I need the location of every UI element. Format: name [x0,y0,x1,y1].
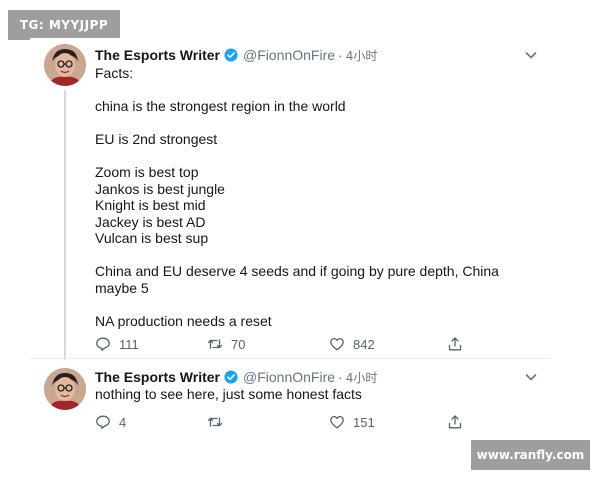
thread-line [64,90,66,360]
tweet-line: Jackey is best AD [95,213,206,230]
reply-button[interactable]: 111 [95,336,139,352]
reply-icon [96,415,110,429]
share-icon [448,415,462,429]
tweet-header: The Esports Writer @FionnOnFire · 4小时 [95,368,377,386]
heart-icon [330,415,344,429]
author-name[interactable]: The Esports Writer [95,369,220,385]
heart-icon [330,337,344,351]
tweet-line: china is the strongest region in the wor… [95,98,346,114]
share-icon [448,337,462,351]
watermark-top-left: TG: MYYJJPP [8,10,120,40]
tweet-actions: 111 70 842 [95,336,515,354]
separator: · [338,369,343,385]
tweet-line: Zoom is best top [95,164,199,180]
tweet-line: Vulcan is best sup [95,230,209,246]
timestamp[interactable]: 4小时 [346,369,378,386]
chevron-down-icon[interactable] [524,370,538,384]
reply-count: 4 [119,414,127,430]
separator: · [338,47,343,63]
reply-count: 111 [119,336,139,352]
retweet-count: 70 [231,336,246,352]
tweet-actions: 4 151 [95,414,515,432]
tweet-divider [30,358,550,359]
tweet-text: nothing to see here, just some honest fa… [95,386,525,403]
tweet-line: Knight is best mid [95,197,206,213]
tweet[interactable]: The Esports Writer @FionnOnFire · 4小时 Fa… [30,38,550,360]
share-button[interactable] [447,414,463,430]
tweet-line: Facts: [95,65,134,81]
tweet-line: NA production needs a reset [95,312,272,329]
watermark-bottom-right: www.ranfly.com [471,440,590,470]
avatar[interactable] [44,44,86,86]
retweet-button[interactable] [207,414,231,430]
author-handle[interactable]: @FionnOnFire [243,369,335,385]
tweet-thread: The Esports Writer @FionnOnFire · 4小时 Fa… [30,38,550,440]
tweet-line: Jankos is best jungle [95,180,225,197]
retweet-icon [207,339,223,349]
like-button[interactable]: 151 [329,414,375,430]
share-button[interactable] [447,336,463,352]
tweet[interactable]: The Esports Writer @FionnOnFire · 4小时 no… [30,360,550,440]
like-count: 842 [353,336,375,352]
timestamp[interactable]: 4小时 [346,47,378,64]
retweet-button[interactable]: 70 [207,336,245,352]
tweet-line: EU is 2nd strongest [95,131,218,147]
avatar[interactable] [44,368,86,410]
verified-badge-icon [224,370,238,384]
retweet-icon [207,417,223,427]
like-count: 151 [353,414,375,430]
tweet-text: Facts: china is the strongest region in … [95,65,525,329]
author-handle[interactable]: @FionnOnFire [243,47,335,63]
verified-badge-icon [224,48,238,62]
like-button[interactable]: 842 [329,336,375,352]
tweet-header: The Esports Writer @FionnOnFire · 4小时 [95,46,377,64]
author-name[interactable]: The Esports Writer [95,47,220,63]
reply-icon [96,337,110,351]
chevron-down-icon[interactable] [524,48,538,62]
tweet-line: China and EU deserve 4 seeds and if goin… [95,263,499,279]
tweet-line: maybe 5 [95,279,149,296]
reply-button[interactable]: 4 [95,414,126,430]
tweet-line: nothing to see here, just some honest fa… [95,386,362,402]
